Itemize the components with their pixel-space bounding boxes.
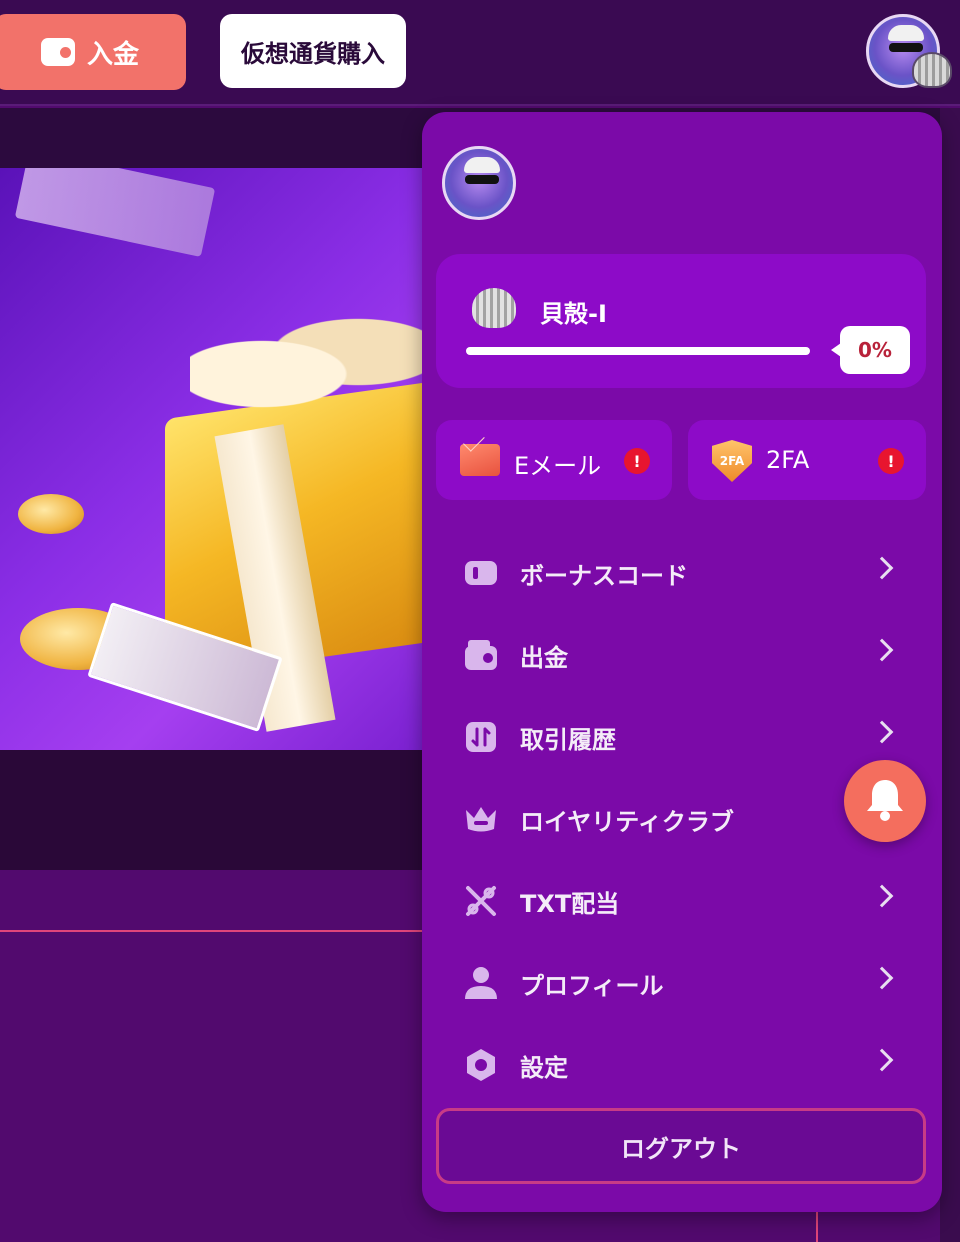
menu-item-withdraw[interactable]: 出金 bbox=[436, 618, 926, 690]
menu-item-txt-dividend[interactable]: TXT配当 bbox=[436, 864, 926, 936]
crown-icon bbox=[464, 802, 498, 836]
2fa-verification-label: 2FA bbox=[766, 446, 810, 474]
chevron-right-icon bbox=[870, 638, 894, 662]
profile-avatar[interactable] bbox=[442, 146, 516, 220]
chevron-right-icon bbox=[870, 556, 894, 580]
menu-item-profile[interactable]: プロフィール bbox=[436, 946, 926, 1018]
2fa-verification-button[interactable]: 2FA 2FA ! bbox=[688, 420, 926, 500]
buy-crypto-button[interactable]: 仮想通貨購入 bbox=[220, 14, 406, 88]
menu-item-label: 設定 bbox=[520, 1054, 568, 1082]
2fa-shield-icon: 2FA bbox=[712, 440, 752, 482]
avatar-glasses bbox=[465, 175, 499, 184]
vip-level-card[interactable]: 貝殻-I 0% bbox=[436, 254, 926, 388]
menu-item-label: 取引履歴 bbox=[520, 726, 616, 754]
chevron-right-icon bbox=[870, 720, 894, 744]
email-verification-label: Eメール bbox=[514, 452, 602, 480]
chevron-right-icon bbox=[870, 966, 894, 990]
bell-icon bbox=[865, 777, 905, 825]
settings-hexagon-icon bbox=[464, 1048, 498, 1082]
email-verification-button[interactable]: Eメール ! bbox=[436, 420, 672, 500]
profile-dropdown: 貝殻-I 0% Eメール ! 2FA 2FA ! ボーナスコード 出金 取引履歴 bbox=[422, 112, 942, 1212]
page-edge bbox=[940, 108, 960, 1242]
divider bbox=[816, 1210, 818, 1242]
level-progress-fill bbox=[466, 347, 810, 355]
menu-item-label: ボーナスコード bbox=[520, 562, 688, 590]
promo-banner[interactable] bbox=[0, 168, 430, 750]
deposit-label: 入金 bbox=[86, 39, 139, 70]
email-icon bbox=[460, 444, 500, 476]
shell-level-badge-icon bbox=[912, 52, 952, 88]
deposit-button[interactable]: 入金 bbox=[0, 14, 186, 90]
menu-item-transactions[interactable]: 取引履歴 bbox=[436, 700, 926, 772]
txt-dividend-icon bbox=[464, 884, 498, 918]
level-progress-badge: 0% bbox=[831, 326, 910, 374]
buy-crypto-label: 仮想通貨購入 bbox=[241, 39, 385, 68]
gold-coin-image bbox=[18, 494, 84, 534]
ticket-icon bbox=[464, 556, 498, 590]
content-strip bbox=[0, 750, 430, 870]
menu-item-label: 出金 bbox=[520, 644, 568, 672]
logout-button[interactable]: ログアウト bbox=[436, 1108, 926, 1184]
gift-bow-image bbox=[190, 308, 430, 418]
shell-icon bbox=[472, 288, 516, 328]
menu-item-bonus-code[interactable]: ボーナスコード bbox=[436, 536, 926, 608]
chevron-right-icon bbox=[870, 884, 894, 908]
notifications-button[interactable] bbox=[844, 760, 926, 842]
alert-icon: ! bbox=[878, 448, 904, 474]
top-header: 入金 仮想通貨購入 bbox=[0, 0, 960, 106]
menu-item-settings[interactable]: 設定 bbox=[436, 1028, 926, 1100]
alert-icon: ! bbox=[624, 448, 650, 474]
user-icon bbox=[464, 966, 498, 1000]
chevron-right-icon bbox=[870, 1048, 894, 1072]
level-name: 貝殻-I bbox=[540, 300, 607, 328]
dollar-bill-image bbox=[14, 168, 216, 257]
wallet-icon bbox=[40, 38, 75, 66]
logout-label: ログアウト bbox=[621, 1134, 741, 1163]
menu-item-label: ロイヤリティクラブ bbox=[520, 808, 734, 836]
menu-item-label: プロフィール bbox=[520, 972, 664, 1000]
transactions-icon bbox=[464, 720, 498, 754]
avatar-cap bbox=[464, 157, 500, 173]
avatar-cap bbox=[888, 25, 924, 41]
avatar-glasses bbox=[889, 43, 923, 52]
menu-item-label: TXT配当 bbox=[520, 890, 620, 918]
level-progress-bar bbox=[466, 347, 810, 355]
divider bbox=[0, 930, 430, 932]
wallet-icon bbox=[464, 638, 498, 672]
